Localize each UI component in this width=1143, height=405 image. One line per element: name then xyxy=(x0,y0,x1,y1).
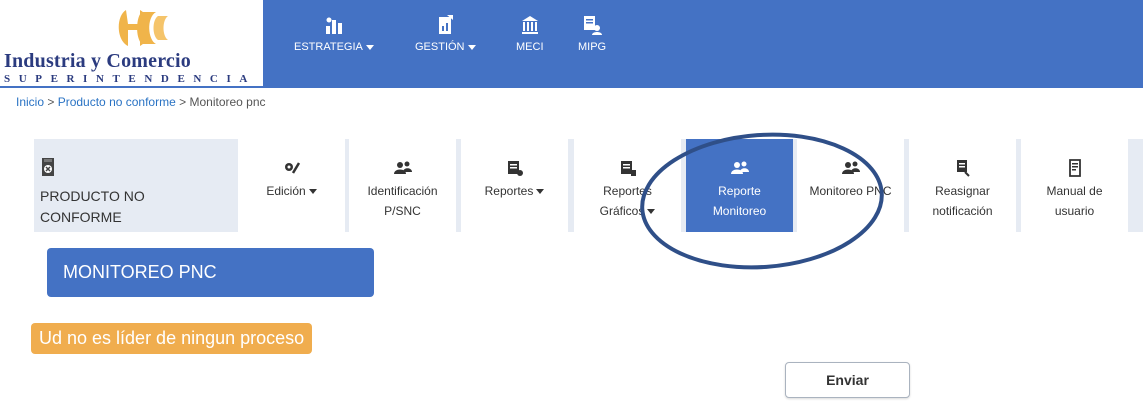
tab-reportes-graficos[interactable]: Reportes Gráficos xyxy=(574,139,681,232)
tab-label: Reporte xyxy=(718,184,761,198)
nav-gestion[interactable]: GESTIÓN xyxy=(415,14,476,53)
chevron-down-icon xyxy=(467,44,476,50)
document-chart-icon xyxy=(439,15,454,34)
send-button[interactable]: Enviar xyxy=(785,362,910,398)
tab-label-line2: Gráficos xyxy=(599,204,645,218)
tab-label-line2: P/SNC xyxy=(384,204,421,218)
report-icon xyxy=(507,161,523,176)
people-icon xyxy=(393,161,412,174)
module-header: PRODUCTO NO CONFORME xyxy=(40,157,220,228)
breadcrumb: Inicio > Producto no conforme > Monitore… xyxy=(16,95,266,109)
tab-label: Reportes xyxy=(484,184,534,198)
tab-label-line2: usuario xyxy=(1054,204,1095,218)
logo-name: Industria y Comercio xyxy=(4,50,191,72)
tab-monitoreo-pnc[interactable]: Monitoreo PNC xyxy=(797,139,904,232)
tools-icon xyxy=(284,162,300,174)
page-title: MONITOREO PNC xyxy=(47,248,374,297)
nav-gestion-label: GESTIÓN xyxy=(415,41,465,53)
manual-icon xyxy=(1068,159,1081,177)
module-title-line2: CONFORME xyxy=(40,209,122,225)
nav-estrategia[interactable]: ESTRATEGIA xyxy=(294,14,374,53)
tab-label: Reasignar xyxy=(935,184,990,198)
module-title-line1: PRODUCTO NO xyxy=(40,188,145,204)
tab-reporte-monitoreo[interactable]: Reporte Monitoreo xyxy=(686,139,793,232)
people-icon xyxy=(841,161,860,174)
institution-icon xyxy=(521,16,538,34)
chevron-down-icon xyxy=(647,209,656,215)
logo-subtitle: SUPERINTENDENCIA xyxy=(4,73,256,85)
breadcrumb-item-inicio[interactable]: Inicio xyxy=(16,95,44,109)
chevron-down-icon xyxy=(536,189,545,195)
tab-label: Edición xyxy=(266,184,306,198)
breadcrumb-item-producto[interactable]: Producto no conforme xyxy=(58,95,176,109)
breadcrumb-separator: > xyxy=(179,95,190,109)
report-chart-icon xyxy=(620,161,636,176)
breadcrumb-item-current: Monitoreo pnc xyxy=(189,95,266,109)
chart-building-icon xyxy=(325,17,342,34)
tab-label-line2: notificación xyxy=(932,204,993,218)
tab-reasignar-notificacion[interactable]: Reasignar notificación xyxy=(909,139,1016,232)
nav-meci-label: MECI xyxy=(516,41,544,53)
tab-label: Reportes xyxy=(603,184,652,198)
nav-mipg-label: MIPG xyxy=(578,41,607,53)
tab-label: Identificación xyxy=(367,184,438,198)
warning-badge: Ud no es líder de ningun proceso xyxy=(31,323,313,354)
people-icon xyxy=(730,161,749,174)
breadcrumb-separator: > xyxy=(47,95,58,109)
logo-mark-icon xyxy=(118,10,168,46)
chevron-down-icon xyxy=(308,189,317,195)
top-header: Industria y Comercio SUPERINTENDENCIA ES… xyxy=(0,0,1143,88)
nav-estrategia-label: ESTRATEGIA xyxy=(294,41,363,53)
document-person-icon xyxy=(584,16,603,35)
logo[interactable]: Industria y Comercio SUPERINTENDENCIA xyxy=(0,0,263,86)
tab-manual-usuario[interactable]: Manual de usuario xyxy=(1021,139,1128,232)
tab-label: Monitoreo PNC xyxy=(809,184,892,198)
tab-label-line2: Monitoreo xyxy=(712,204,767,218)
nav-mipg[interactable]: MIPG xyxy=(578,14,606,53)
nav-meci[interactable]: MECI xyxy=(516,14,544,53)
tab-identificacion[interactable]: Identificación P/SNC xyxy=(349,139,456,232)
tab-edicion[interactable]: Edición xyxy=(238,139,345,232)
sd-card-x-icon xyxy=(42,158,54,176)
tab-label: Manual de xyxy=(1046,184,1103,198)
chevron-down-icon xyxy=(365,44,374,50)
document-search-icon xyxy=(956,160,970,177)
tab-reportes[interactable]: Reportes xyxy=(461,139,568,232)
